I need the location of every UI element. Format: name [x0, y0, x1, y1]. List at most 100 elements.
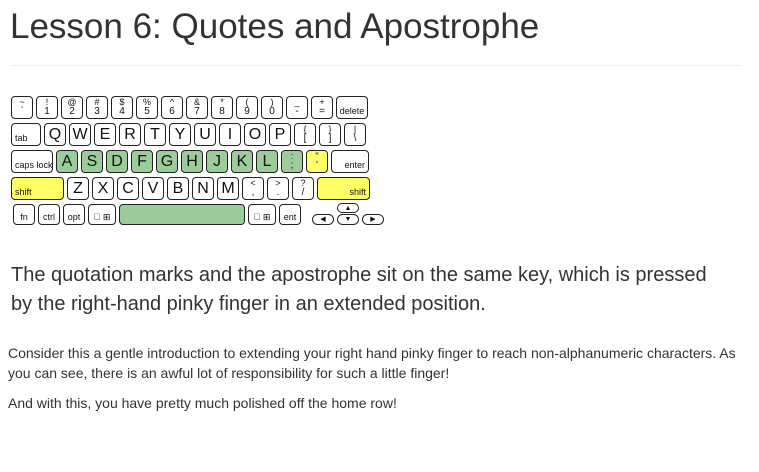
key-base-char: ,: [251, 187, 255, 198]
lesson-paragraph-2: And with this, you have pretty much poli…: [8, 395, 397, 411]
key-base-char: 7: [194, 106, 200, 117]
key-symbol-2-10: :;: [281, 150, 303, 173]
key-letter: Y: [174, 126, 186, 143]
key-e: E: [94, 123, 116, 146]
page-title: Lesson 6: Quotes and Apostrophe: [10, 7, 540, 46]
key-tab: tab: [11, 123, 41, 146]
key-h: H: [181, 150, 203, 173]
key-letter: J: [213, 153, 221, 170]
key-letter: Z: [73, 180, 83, 197]
key-label: shift: [349, 187, 366, 197]
key-f: F: [131, 150, 153, 173]
key-command:  ⊞: [88, 204, 116, 225]
key-g: G: [156, 150, 178, 173]
key-label: shift: [15, 187, 32, 197]
key-delete: delete: [336, 96, 368, 119]
key-z: Z: [67, 177, 89, 200]
key-label:  ⊞: [94, 212, 111, 222]
key-letter: D: [111, 153, 123, 170]
key-label: ent: [283, 212, 297, 222]
key-base-char: -: [295, 106, 299, 117]
key-base-char: 9: [244, 106, 250, 117]
arrow-right-icon: ▶: [370, 216, 376, 223]
arrow-down-icon: ▼: [344, 216, 352, 223]
key-label: caps lock: [15, 160, 53, 170]
key-enter: enter: [331, 150, 369, 173]
key-letter: N: [197, 180, 209, 197]
key-opt: opt: [63, 204, 85, 225]
key-base-char: ]: [328, 133, 332, 144]
key-base-char: =: [319, 106, 325, 117]
key-base-char: `: [20, 106, 24, 117]
key-letter: B: [172, 180, 184, 197]
key-v: V: [142, 177, 164, 200]
key-y: Y: [169, 123, 191, 146]
key-symbol-0-9: (9: [236, 96, 258, 119]
key-c: C: [117, 177, 139, 200]
key-letter: A: [61, 153, 73, 170]
key-letter: Q: [48, 126, 62, 143]
key-letter: C: [122, 180, 134, 197]
key-fn: fn: [13, 204, 35, 225]
key-symbol-0-4: $4: [111, 96, 133, 119]
key-label: delete: [339, 106, 365, 116]
key-base-char: 3: [94, 106, 100, 117]
key-arrow-up: ▲: [337, 203, 359, 213]
key-letter: R: [124, 126, 136, 143]
key-symbol-0-3: #3: [86, 96, 108, 119]
key-letter: H: [186, 153, 198, 170]
key-d: D: [106, 150, 128, 173]
key-symbol-0-7: & 7: [186, 96, 208, 119]
key-symbol-0-1: ! 1: [36, 96, 58, 119]
key-letter: G: [160, 153, 174, 170]
key-b: B: [167, 177, 189, 200]
key-letter: O: [248, 126, 262, 143]
key-base-char: 8: [219, 106, 225, 117]
key-ctrl: ctrl: [38, 204, 60, 225]
key-label: tab: [15, 133, 28, 143]
key-symbol-1-13: | \: [344, 123, 366, 146]
key-base-char: \: [353, 133, 357, 144]
key-base-char: 4: [119, 106, 125, 117]
key-base-char: 0: [269, 106, 275, 117]
key-letter: K: [236, 153, 248, 170]
key-symbol-3-9: >.: [267, 177, 289, 200]
key-symbol-0-5: % 5: [136, 96, 158, 119]
key-u: U: [194, 123, 216, 146]
key-symbol-1-12: }]: [319, 123, 341, 146]
key-w: W: [69, 123, 91, 146]
lesson-paragraph-1: Consider this a gentle introduction to e…: [8, 345, 736, 381]
key-label: enter: [344, 160, 365, 170]
key-caps-lock: caps lock: [11, 150, 53, 173]
key-o: O: [244, 123, 266, 146]
key-base-char: .: [276, 187, 280, 198]
key-arrow-down: ▼: [337, 214, 359, 225]
key-base-char: 6: [169, 106, 175, 117]
key-k: K: [231, 150, 253, 173]
key-letter: I: [227, 126, 233, 143]
key-letter: P: [274, 126, 286, 143]
key-command:  ⊞: [248, 204, 276, 225]
key-letter: W: [72, 126, 88, 143]
key-symbol-3-10: ? /: [292, 177, 314, 200]
key-base-char: ': [316, 160, 318, 171]
key-m: M: [217, 177, 239, 200]
key-symbol-0-2: @2: [61, 96, 83, 119]
key-i: I: [219, 123, 241, 146]
key-ent: ent: [279, 204, 301, 225]
key-label: ctrl: [43, 212, 55, 222]
key-symbol-0-0: ~ `: [11, 96, 33, 119]
lesson-lead: The quotation marks and the apostrophe s…: [11, 264, 707, 315]
key-symbol-0-8: * 8: [211, 96, 233, 119]
key-base-char: /: [301, 187, 305, 198]
key-letter: E: [99, 126, 111, 143]
key-r: R: [119, 123, 141, 146]
key-p: P: [269, 123, 291, 146]
key-letter: L: [262, 153, 272, 170]
key-base-char: ;: [290, 160, 294, 171]
key-arrow-right: ▶: [362, 214, 384, 225]
key-letter: V: [147, 180, 159, 197]
key-label: opt: [67, 212, 81, 222]
key-symbol-3-8: <,: [242, 177, 264, 200]
key-letter: F: [137, 153, 147, 170]
